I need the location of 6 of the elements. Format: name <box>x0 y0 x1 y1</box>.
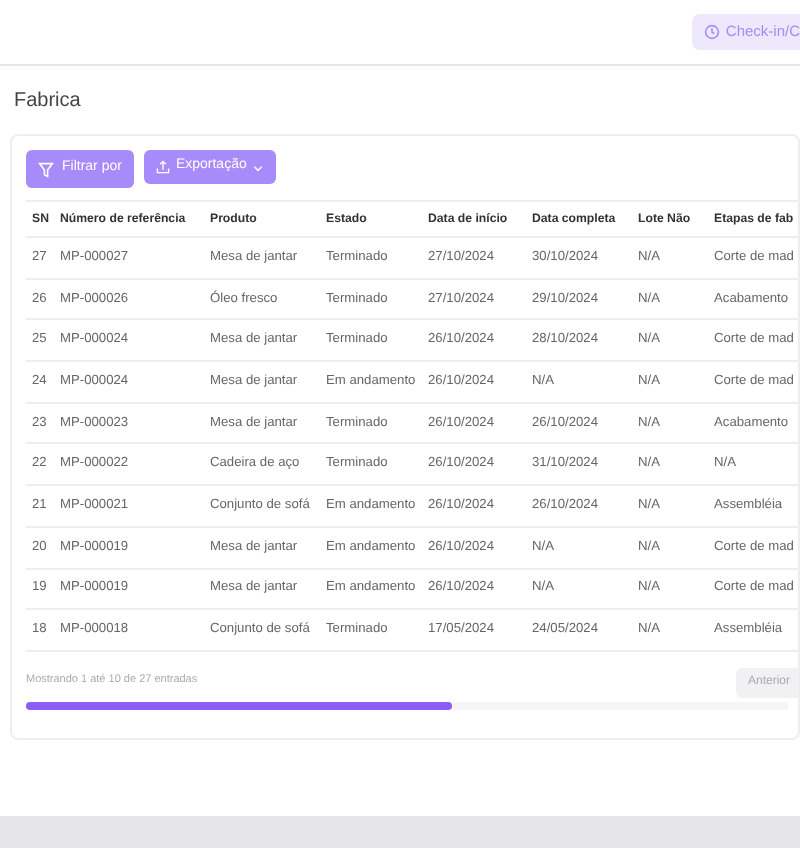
horizontal-scrollbar[interactable] <box>26 702 788 711</box>
page-title: Fabrica <box>14 88 81 116</box>
filter-icon <box>38 161 54 177</box>
clock-icon <box>703 24 720 40</box>
upload-icon <box>155 160 170 174</box>
chevron-down-icon <box>252 161 265 173</box>
